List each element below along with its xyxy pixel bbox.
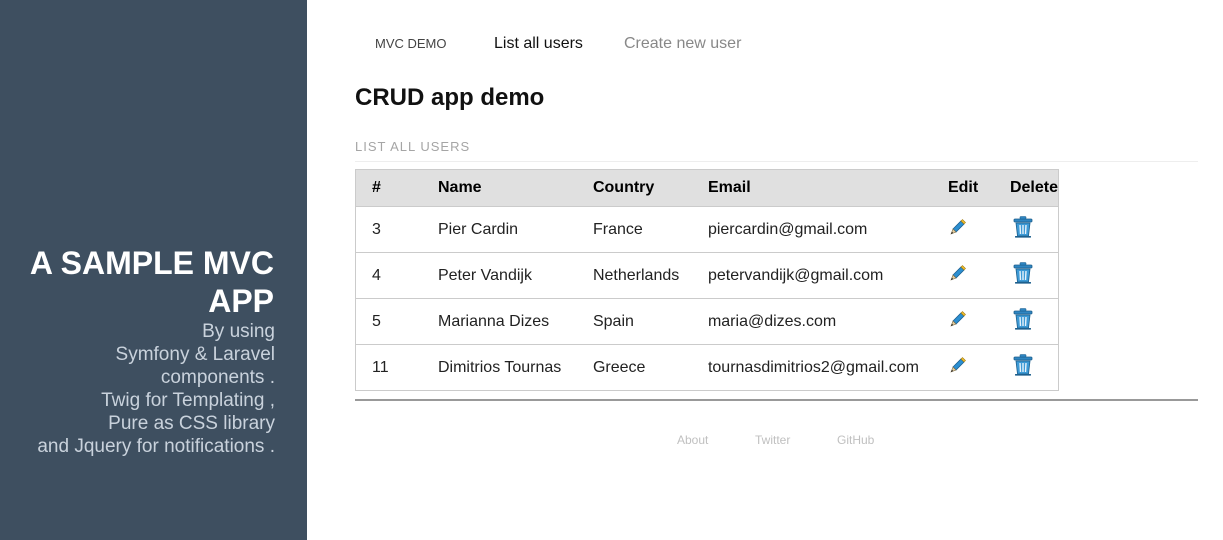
pencil-icon[interactable] — [948, 263, 968, 288]
table-header-row: # Name Country Email Edit Delete — [355, 169, 1059, 207]
cell-delete — [994, 345, 1059, 391]
tagline-line: Symfony & Laravel — [115, 344, 275, 365]
cell-email: tournasdimitrios2@gmail.com — [707, 358, 919, 376]
brand-title: A SAMPLE MVC APP — [4, 244, 274, 320]
footer-github-link[interactable]: GitHub — [837, 433, 874, 447]
cell-name: Dimitrios Tournas — [437, 358, 562, 376]
cell-name: Marianna Dizes — [421, 298, 577, 345]
footer-divider — [355, 399, 1198, 401]
section-label: LIST ALL USERS — [355, 139, 1198, 162]
cell-delete — [993, 252, 1059, 299]
header-delete: Delete — [993, 169, 1059, 207]
cell-edit — [931, 298, 994, 345]
cell-delete — [993, 298, 1059, 345]
trash-icon[interactable] — [1010, 352, 1036, 383]
table-row: 3 Pier Cardin France piercardin@gmail.com — [355, 206, 1059, 253]
main-content: MVC DEMO List all users Create new user … — [355, 0, 1198, 540]
nav-create-user-link[interactable]: Create new user — [624, 35, 741, 53]
cell-name: Peter Vandijk — [421, 252, 577, 299]
cell-id: 4 — [355, 252, 422, 299]
tagline-line: By using — [202, 321, 275, 342]
cell-email: petervandijk@gmail.com — [691, 252, 932, 299]
users-table: # Name Country Email Edit Delete 3 Pier C… — [355, 169, 1059, 391]
tagline: By using Symfony & Laravel components . … — [0, 320, 275, 458]
cell-name: Pier Cardin — [421, 206, 577, 253]
cell-country: Netherlands — [576, 252, 692, 299]
cell-delete — [993, 206, 1059, 253]
cell-country: Greece — [592, 358, 646, 376]
pencil-icon[interactable] — [948, 217, 968, 242]
cell-country: Spain — [576, 298, 692, 345]
tagline-line: Pure as CSS library — [108, 413, 275, 434]
cell-email: maria@dizes.com — [691, 298, 932, 345]
brand-line-1: A SAMPLE MVC — [29, 245, 274, 281]
page-title: CRUD app demo — [355, 84, 545, 111]
footer-twitter-link[interactable]: Twitter — [755, 433, 790, 447]
cell-edit — [932, 345, 994, 391]
table-row: 4 Peter Vandijk Netherlands petervandijk@gm… — [355, 252, 1059, 299]
header-edit: Edit — [931, 169, 994, 207]
footer-about-link[interactable]: About — [677, 433, 708, 447]
header-email: Email — [691, 169, 932, 207]
header-name: Name — [421, 169, 577, 207]
header-country: Country — [576, 169, 692, 207]
tagline-line: Twig for Templating , — [101, 390, 275, 411]
header-number: # — [355, 169, 422, 207]
table-row: 5 Marianna Dizes Spain maria@dizes.com — [355, 298, 1059, 345]
nav-list-users-link[interactable]: List all users — [494, 35, 583, 53]
tagline-line: components . — [160, 367, 275, 388]
cell-edit — [931, 206, 994, 253]
table-row: 11 Dimitrios Tournas Greece tournasdimitrio… — [356, 345, 1059, 391]
cell-id: 5 — [355, 298, 422, 345]
trash-icon[interactable] — [1010, 260, 1036, 291]
sidebar: A SAMPLE MVC APP By using Symfony & Lara… — [0, 0, 307, 540]
cell-country: France — [576, 206, 692, 253]
pencil-icon[interactable] — [948, 355, 968, 380]
tagline-line: and Jquery for notifications . — [37, 436, 275, 457]
cell-id: 3 — [355, 206, 422, 253]
trash-icon[interactable] — [1010, 306, 1036, 337]
trash-icon[interactable] — [1010, 214, 1036, 245]
nav-heading-link[interactable]: MVC DEMO — [375, 36, 447, 51]
pencil-icon[interactable] — [948, 309, 968, 334]
users-table-body: 3 Pier Cardin France piercardin@gmail.com 4 P… — [355, 206, 1059, 391]
cell-edit — [931, 252, 994, 299]
footer: About Twitter GitHub — [355, 433, 1198, 449]
cell-id: 11 — [372, 358, 389, 376]
brand-line-2: APP — [208, 283, 274, 319]
cell-email: piercardin@gmail.com — [691, 206, 932, 253]
